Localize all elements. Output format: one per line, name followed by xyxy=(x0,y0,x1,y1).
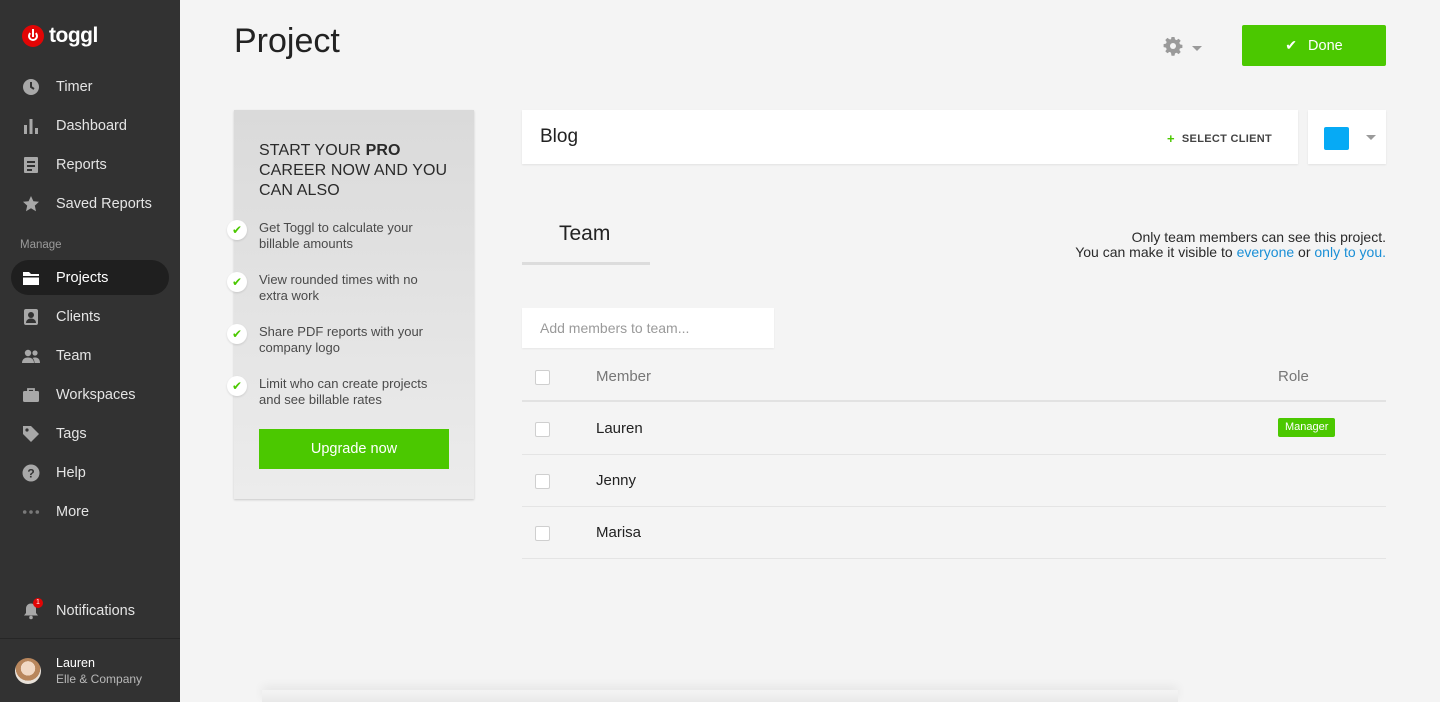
upgrade-now-button[interactable]: Upgrade now xyxy=(259,429,449,469)
sidebar-item-label: Projects xyxy=(56,269,109,286)
sidebar-item-saved-reports[interactable]: Saved Reports xyxy=(11,186,169,221)
people-icon xyxy=(22,347,40,365)
bottom-panel-edge xyxy=(262,690,1178,702)
user-profile[interactable]: Lauren Elle & Company xyxy=(0,638,180,702)
sidebar-item-label: Dashboard xyxy=(56,117,127,134)
avatar xyxy=(15,657,41,684)
add-members-input[interactable] xyxy=(522,308,774,348)
benefit-text: Share PDF reports with your company logo xyxy=(259,324,424,355)
sidebar-item-label: Team xyxy=(56,347,92,364)
color-swatch xyxy=(1324,127,1349,150)
star-icon xyxy=(22,195,40,213)
folder-icon xyxy=(22,269,40,287)
sidebar-item-label: Timer xyxy=(56,78,93,95)
sidebar-item-workspaces[interactable]: Workspaces xyxy=(11,377,169,412)
role-badge[interactable]: Manager xyxy=(1278,418,1336,437)
briefcase-icon xyxy=(22,386,40,404)
upgrade-promo-panel: START YOUR PRO CAREER NOW AND YOU CAN AL… xyxy=(227,110,474,499)
contact-icon xyxy=(22,308,40,326)
tab-team[interactable]: Team xyxy=(522,222,650,265)
check-icon: ✔ xyxy=(227,272,247,292)
help-icon: ? xyxy=(22,464,40,482)
members-table-header: Member Role xyxy=(522,352,1386,402)
done-button[interactable]: ✔ Done xyxy=(1242,25,1386,66)
select-all-checkbox[interactable] xyxy=(535,370,550,385)
sidebar-item-label: Reports xyxy=(56,156,107,173)
sidebar-item-notifications[interactable]: 1 Notifications xyxy=(11,593,169,628)
document-icon xyxy=(22,156,40,174)
row-checkbox[interactable] xyxy=(535,474,550,489)
benefit-text: Get Toggl to calculate your billable amo… xyxy=(259,220,413,251)
sidebar-item-projects[interactable]: Projects xyxy=(11,260,169,295)
sidebar-item-label: More xyxy=(56,503,90,520)
visibility-or: or xyxy=(1294,244,1315,260)
bell-icon: 1 xyxy=(22,597,43,620)
chevron-down-icon xyxy=(1192,45,1202,51)
check-icon: ✔ xyxy=(227,220,247,240)
benefit-text: Limit who can create projects and see bi… xyxy=(259,376,428,407)
done-label: Done xyxy=(1308,37,1343,54)
visibility-line1: Only team members can see this project. xyxy=(1131,229,1386,245)
sidebar-item-dashboard[interactable]: Dashboard xyxy=(11,108,169,143)
logo-text: toggl xyxy=(49,24,98,47)
sidebar-item-label: Tags xyxy=(56,425,87,442)
check-icon: ✔ xyxy=(227,324,247,344)
sidebar-item-tags[interactable]: Tags xyxy=(11,416,169,451)
visibility-prefix: You can make it visible to xyxy=(1075,244,1237,260)
everyone-link[interactable]: everyone xyxy=(1237,244,1295,260)
settings-dropdown[interactable] xyxy=(1163,36,1202,60)
power-logo-icon xyxy=(22,25,44,47)
table-row: Marisa xyxy=(522,507,1386,559)
section-label-manage: Manage xyxy=(20,239,62,251)
select-client-label: SELECT CLIENT xyxy=(1181,132,1272,145)
column-header-role: Role xyxy=(1278,368,1309,385)
check-icon: ✔ xyxy=(227,376,247,396)
sidebar-item-team[interactable]: Team xyxy=(11,338,169,373)
tab-team-label: Team xyxy=(559,222,611,245)
promo-title: START YOUR PRO CAREER NOW AND YOU CAN AL… xyxy=(259,142,448,199)
sidebar-item-label: Workspaces xyxy=(56,386,136,403)
sidebar-item-label: Notifications xyxy=(56,602,135,619)
table-row: Lauren Manager xyxy=(522,403,1386,455)
member-name: Lauren xyxy=(596,420,643,437)
row-checkbox[interactable] xyxy=(535,526,550,541)
tag-icon xyxy=(22,425,40,443)
clock-icon xyxy=(22,78,40,96)
select-client-button[interactable]: + SELECT CLIENT xyxy=(1167,131,1272,146)
project-name[interactable]: Blog xyxy=(540,126,578,148)
sidebar-item-help[interactable]: ? Help xyxy=(11,455,169,490)
plus-icon: + xyxy=(1167,131,1175,146)
sidebar-item-label: Saved Reports xyxy=(56,195,152,212)
chevron-down-icon xyxy=(1366,135,1376,140)
table-row: Jenny xyxy=(522,455,1386,507)
bar-chart-icon xyxy=(22,117,40,135)
user-name: Lauren xyxy=(56,655,95,670)
project-name-card: Blog + SELECT CLIENT xyxy=(522,110,1298,164)
notification-count-badge: 1 xyxy=(33,597,43,608)
sidebar-item-more[interactable]: More xyxy=(11,494,169,529)
benefit-text: View rounded times with no extra work xyxy=(259,272,418,303)
visibility-note: Only team members can see this project. … xyxy=(1075,230,1386,260)
sidebar-item-reports[interactable]: Reports xyxy=(11,147,169,182)
member-name: Marisa xyxy=(596,524,642,541)
only-to-you-link[interactable]: only to you. xyxy=(1314,244,1386,260)
member-name: Jenny xyxy=(596,472,637,489)
check-icon: ✔ xyxy=(1285,37,1298,53)
sidebar-item-label: Clients xyxy=(56,308,101,325)
svg-text:?: ? xyxy=(27,466,34,480)
sidebar-item-label: Help xyxy=(56,464,86,481)
gear-icon xyxy=(1163,36,1183,60)
sidebar: toggl Timer Dashboard Reports Saved Repo… xyxy=(0,0,180,702)
row-checkbox[interactable] xyxy=(535,422,550,437)
project-color-picker[interactable] xyxy=(1308,110,1386,164)
user-company: Elle & Company xyxy=(56,671,143,686)
toggl-logo[interactable]: toggl xyxy=(22,24,98,48)
page-title: Project xyxy=(234,22,340,60)
column-header-member: Member xyxy=(596,368,652,385)
sidebar-item-clients[interactable]: Clients xyxy=(11,299,169,334)
sidebar-item-timer[interactable]: Timer xyxy=(11,69,169,104)
ellipsis-icon xyxy=(22,503,40,521)
